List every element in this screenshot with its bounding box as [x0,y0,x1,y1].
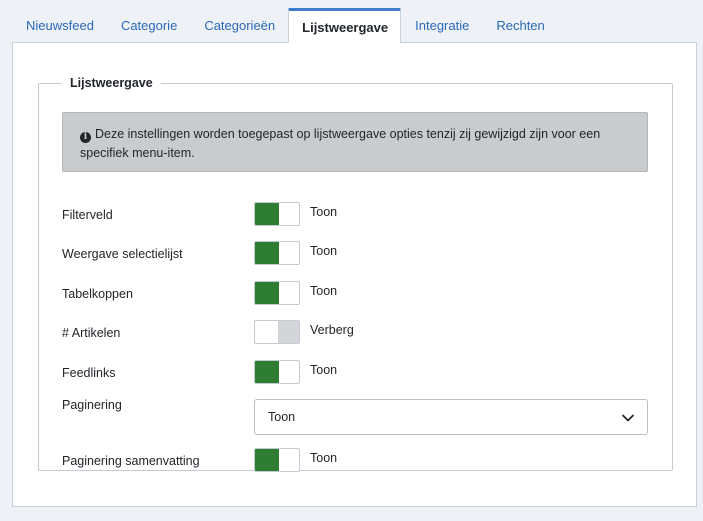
tab-nieuwsfeed[interactable]: Nieuwsfeed [12,8,107,42]
feedlinks-toggle[interactable] [254,360,300,384]
tab-rechten[interactable]: Rechten [482,8,557,42]
select-value: Toon [268,410,296,424]
tab-lijstweergave[interactable]: Lijstweergave [288,8,402,43]
option-label: Tabelkoppen [62,287,133,301]
fieldset-legend: Lijstweergave [70,76,153,90]
toggle-fill [255,449,279,471]
option-label: Paginering [62,398,122,412]
option-label: Filterveld [62,208,113,222]
toggle-state: Toon [310,451,338,465]
filterveld-toggle[interactable] [254,202,300,226]
info-alert: i Deze instellingen worden toegepast op l… [62,112,648,172]
weergave-selectielijst-toggle[interactable] [254,241,300,265]
option-feedlinks: Feedlinks Toon [62,360,652,386]
chevron-down-icon [622,414,634,422]
toggle-fill [255,242,279,264]
option-weergave-selectielijst: Weergave selectielijst Toon [62,241,652,267]
option-paginering: Paginering Toon [62,398,652,435]
artikelen-toggle[interactable] [254,320,300,344]
toggle-state: Toon [310,244,338,258]
tab-integratie[interactable]: Integratie [401,8,482,42]
paginering-select[interactable]: Toon [254,399,648,435]
toggle-state: Toon [310,205,338,219]
toggle-state: Toon [310,284,338,298]
tab-categorieen[interactable]: Categorieën [190,8,288,42]
toggle-fill [255,203,279,225]
toggle-state: Verberg [310,323,354,337]
info-icon: i [80,132,91,143]
toggle-fill [255,361,279,383]
toggle-fill [255,282,279,304]
alert-text: Deze instellingen worden toegepast op li… [80,127,601,160]
paginering-samenvatting-toggle[interactable] [254,448,300,472]
option-artikelen: # Artikelen Verberg [62,320,652,346]
option-label: # Artikelen [62,326,121,340]
toggle-fill [278,321,299,343]
option-label: Feedlinks [62,366,116,380]
lijstweergave-fieldset: Lijstweergave i Deze instellingen worden … [38,76,673,474]
tab-bar: Nieuwsfeed Categorie Categorieën Lijstwe… [12,8,558,43]
option-filterveld: Filterveld Toon [62,202,652,228]
option-tabelkoppen: Tabelkoppen Toon [62,281,652,307]
tabelkoppen-toggle[interactable] [254,281,300,305]
option-paginering-samenvatting: Paginering samenvatting Toon [62,448,652,474]
option-label: Paginering samenvatting [62,454,200,468]
toggle-state: Toon [310,363,338,377]
tab-categorie[interactable]: Categorie [107,8,190,42]
tab-panel: Lijstweergave i Deze instellingen worden … [12,42,697,507]
option-label: Weergave selectielijst [62,247,183,261]
